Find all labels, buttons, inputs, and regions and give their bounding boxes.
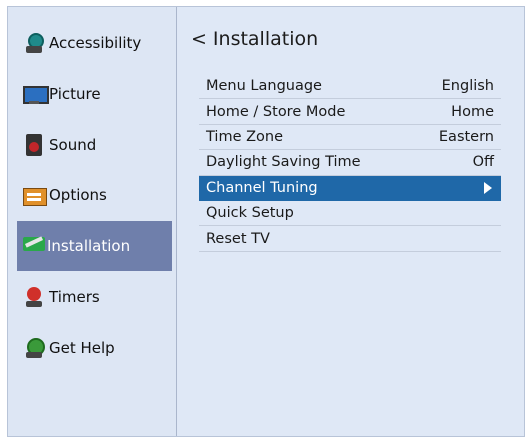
menu-row-value: Off	[472, 154, 494, 171]
menu-row-label: Reset TV	[206, 230, 270, 247]
timers-icon	[23, 286, 45, 308]
installation-panel: < Installation Menu Language English Home…	[177, 7, 526, 436]
menu-row-menu-language[interactable]: Menu Language English	[199, 74, 501, 100]
sidebar: Accessibility Picture Sound Options Inst…	[8, 7, 176, 436]
sidebar-item-label: Get Help	[49, 339, 115, 357]
menu-row-label: Daylight Saving Time	[206, 154, 361, 171]
get-help-icon	[23, 337, 45, 359]
sidebar-item-picture[interactable]: Picture	[17, 69, 172, 119]
menu-row-value: Eastern	[438, 128, 494, 145]
menu-row-value: Home	[451, 103, 494, 120]
sidebar-item-label: Installation	[47, 237, 131, 255]
menu-row-reset-tv[interactable]: Reset TV	[199, 226, 501, 252]
sidebar-item-sound[interactable]: Sound	[17, 120, 172, 170]
play-arrow-icon	[484, 181, 492, 194]
menu-row-label: Quick Setup	[206, 205, 294, 222]
sidebar-item-get-help[interactable]: Get Help	[17, 323, 172, 373]
page-title: < Installation	[191, 28, 318, 50]
menu-row-label: Home / Store Mode	[206, 103, 346, 120]
menu-row-daylight-saving-time[interactable]: Daylight Saving Time Off	[199, 150, 501, 176]
sidebar-item-label: Accessibility	[49, 34, 142, 52]
accessibility-icon	[23, 32, 45, 54]
menu-row-label: Time Zone	[206, 128, 284, 145]
menu-row-time-zone[interactable]: Time Zone Eastern	[199, 125, 501, 151]
sidebar-item-label: Sound	[49, 136, 97, 154]
options-icon	[23, 184, 47, 206]
sidebar-item-label: Options	[49, 186, 107, 204]
menu-row-channel-tuning[interactable]: Channel Tuning	[199, 175, 501, 201]
back-chevron-icon[interactable]: <	[191, 28, 207, 50]
menu-row-label: Channel Tuning	[206, 179, 318, 196]
installation-icon	[23, 235, 45, 257]
sidebar-item-label: Timers	[49, 288, 100, 306]
sidebar-item-options[interactable]: Options	[17, 170, 172, 220]
tv-menu-screen: Accessibility Picture Sound Options Inst…	[7, 6, 525, 437]
page-title-text: Installation	[212, 28, 319, 50]
installation-menu: Menu Language English Home / Store Mode …	[199, 74, 501, 252]
sidebar-item-label: Picture	[49, 85, 101, 103]
sidebar-item-accessibility[interactable]: Accessibility	[17, 18, 172, 68]
picture-icon	[23, 83, 49, 105]
sound-icon	[23, 134, 45, 156]
sidebar-item-installation[interactable]: Installation	[17, 221, 172, 271]
menu-row-home-store-mode[interactable]: Home / Store Mode Home	[199, 99, 501, 125]
sidebar-item-timers[interactable]: Timers	[17, 272, 172, 322]
menu-row-value: English	[441, 78, 494, 95]
menu-row-quick-setup[interactable]: Quick Setup	[199, 201, 501, 227]
menu-row-label: Menu Language	[206, 78, 322, 95]
